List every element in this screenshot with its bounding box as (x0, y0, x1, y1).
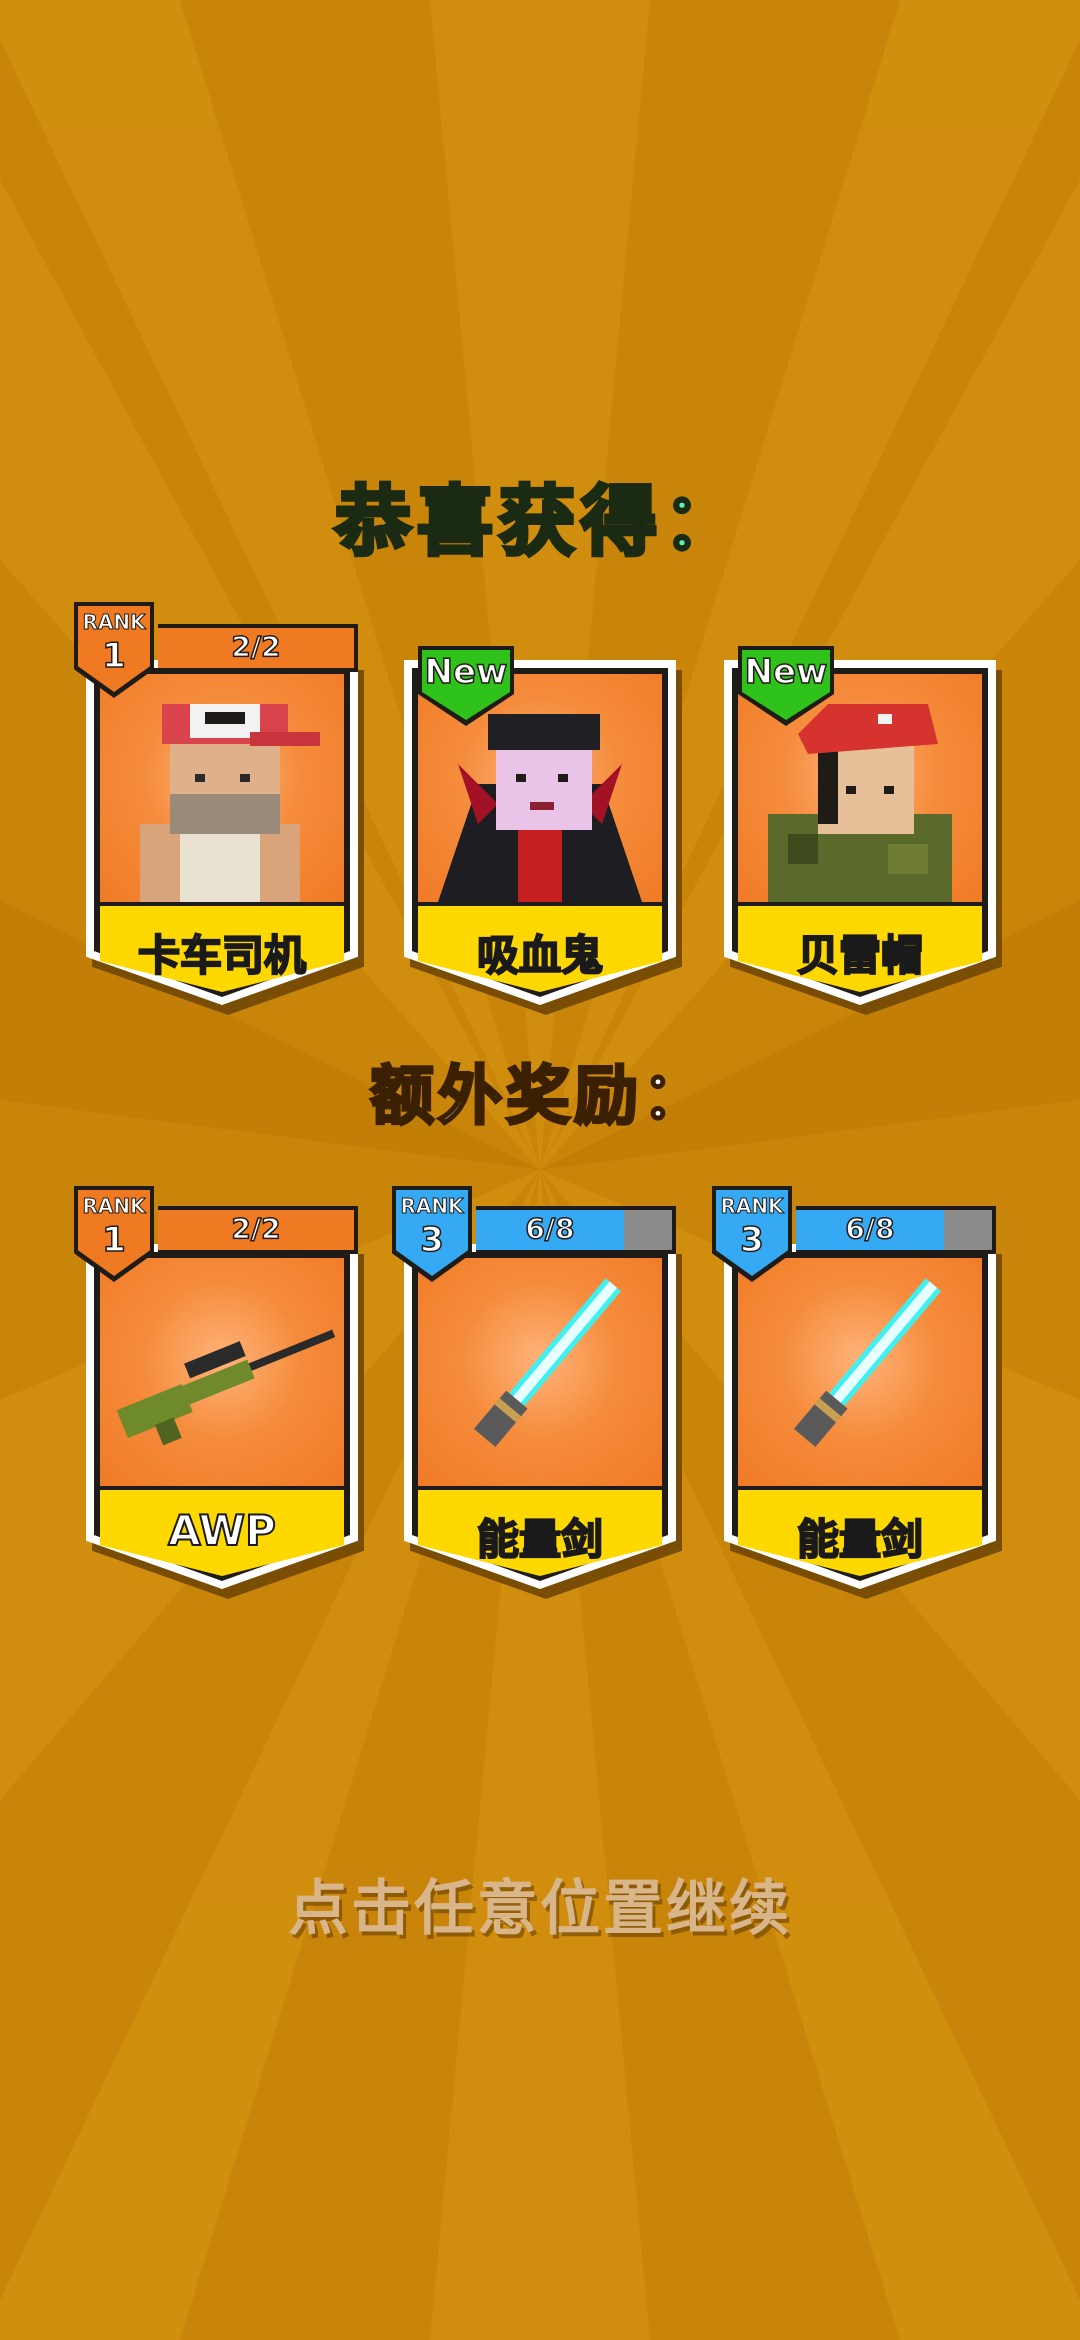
rank-word: RANK (82, 610, 146, 635)
energy-sword-icon (738, 1258, 982, 1486)
bonus-title: 额外奖励： (369, 1059, 710, 1136)
reward-name: 吸血鬼 (476, 930, 604, 981)
new-badge: New (418, 646, 514, 726)
bonus-name: AWP (167, 1505, 277, 1556)
rank-progress-bar: 2/2 (158, 1206, 358, 1254)
rank-word: RANK (400, 1194, 464, 1219)
rank-number: 3 (419, 1219, 444, 1261)
rank-progress-bar: 2/2 (158, 624, 358, 672)
bonus-name: 能量剑 (796, 1514, 924, 1565)
sunburst-background[interactable] (0, 0, 1080, 2340)
reward-name: 卡车司机 (137, 930, 307, 981)
new-label: New (744, 651, 828, 693)
bonus-name: 能量剑 (476, 1514, 604, 1565)
rank-number: 1 (101, 1219, 126, 1261)
bonus-card-awp[interactable]: AWP (86, 1244, 364, 1599)
reward-card-trucker[interactable]: 卡车司机 (86, 660, 364, 1015)
rank-number: 3 (739, 1219, 764, 1261)
rank-number: 1 (101, 635, 126, 677)
rank-progress: 2/2 (231, 1211, 282, 1246)
new-badge: New (738, 646, 834, 726)
rank-progress-bar: 6/8 (476, 1206, 676, 1254)
continue-hint[interactable]: 点击任意位置继续 (0, 1860, 1080, 1947)
bonus-card-energy-sword[interactable]: 能量剑 (724, 1244, 1002, 1599)
bonus-card-energy-sword[interactable]: 能量剑 (404, 1244, 682, 1599)
new-label: New (424, 651, 508, 693)
rank-word: RANK (720, 1194, 784, 1219)
rank-progress-bar: 6/8 (796, 1206, 996, 1254)
rank-badge: RANK 3 (392, 1186, 472, 1282)
energy-sword-icon (418, 1258, 662, 1486)
sniper-rifle-icon (100, 1258, 344, 1486)
reward-name: 贝雷帽 (796, 930, 924, 981)
rank-progress: 6/8 (525, 1211, 576, 1246)
rank-badge: RANK 3 (712, 1186, 792, 1282)
rank-badge: RANK 1 (74, 602, 154, 698)
rank-progress: 6/8 (845, 1211, 896, 1246)
reward-title: 恭喜获得： (333, 475, 745, 568)
rank-progress: 2/2 (231, 629, 282, 664)
rank-word: RANK (82, 1194, 146, 1219)
trucker-character (100, 674, 344, 902)
rank-badge: RANK 1 (74, 1186, 154, 1282)
